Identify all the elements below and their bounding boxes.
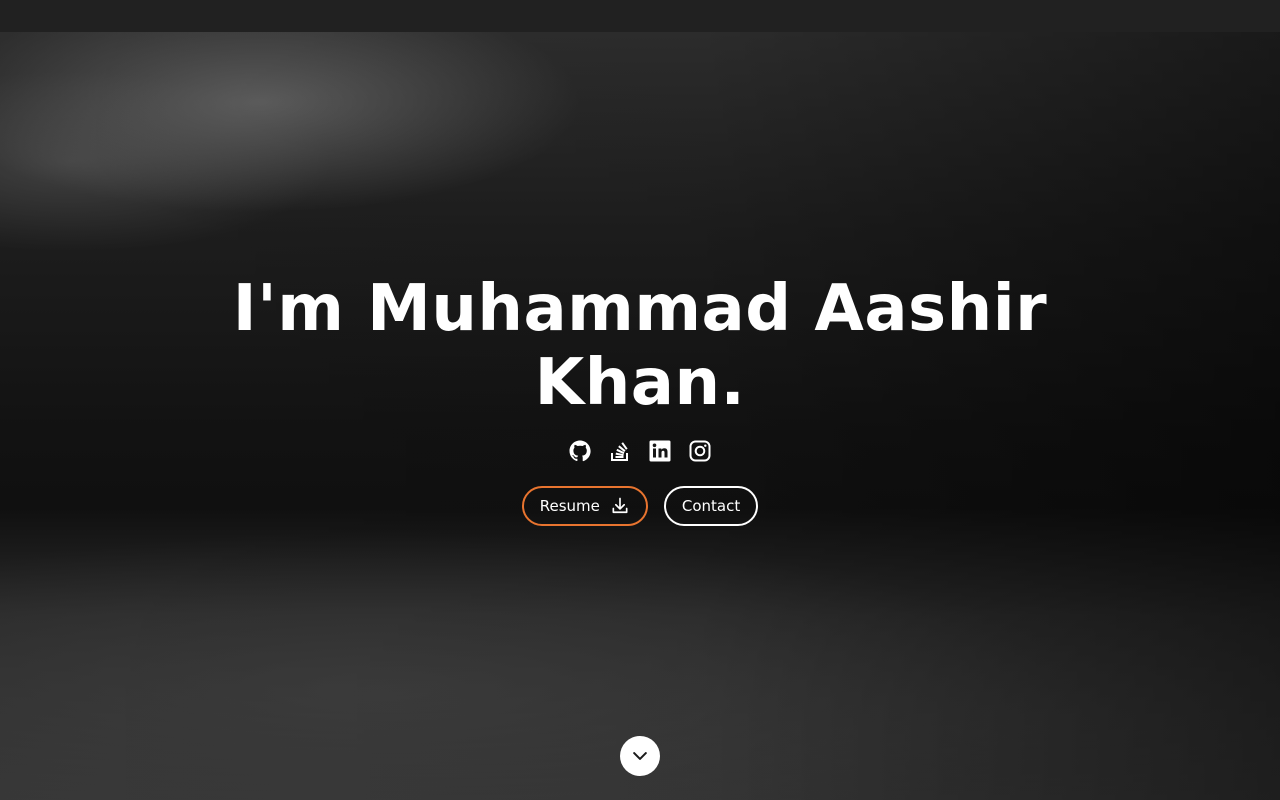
contact-button[interactable]: Contact xyxy=(663,486,759,526)
scroll-down-button[interactable] xyxy=(620,736,660,776)
hero-section: I'm Muhammad Aashir Khan. Resume Contact xyxy=(0,32,1280,800)
linkedin-icon xyxy=(649,440,671,462)
linkedin-link[interactable] xyxy=(647,438,673,464)
resume-button-label: Resume xyxy=(539,497,600,515)
hero-content: I'm Muhammad Aashir Khan. Resume Contact xyxy=(0,272,1280,526)
social-links xyxy=(0,438,1280,464)
contact-button-label: Contact xyxy=(681,497,741,515)
resume-button[interactable]: Resume xyxy=(521,486,648,526)
instagram-link[interactable] xyxy=(687,438,713,464)
instagram-icon xyxy=(689,440,711,462)
github-link[interactable] xyxy=(567,438,593,464)
download-icon xyxy=(612,497,628,514)
chevron-down-icon xyxy=(633,752,647,760)
stackoverflow-icon xyxy=(611,442,628,461)
top-bar xyxy=(0,0,1280,32)
hero-title: I'm Muhammad Aashir Khan. xyxy=(232,272,1048,420)
github-icon xyxy=(569,440,591,462)
hero-buttons: Resume Contact xyxy=(0,486,1280,526)
stackoverflow-link[interactable] xyxy=(607,438,633,464)
